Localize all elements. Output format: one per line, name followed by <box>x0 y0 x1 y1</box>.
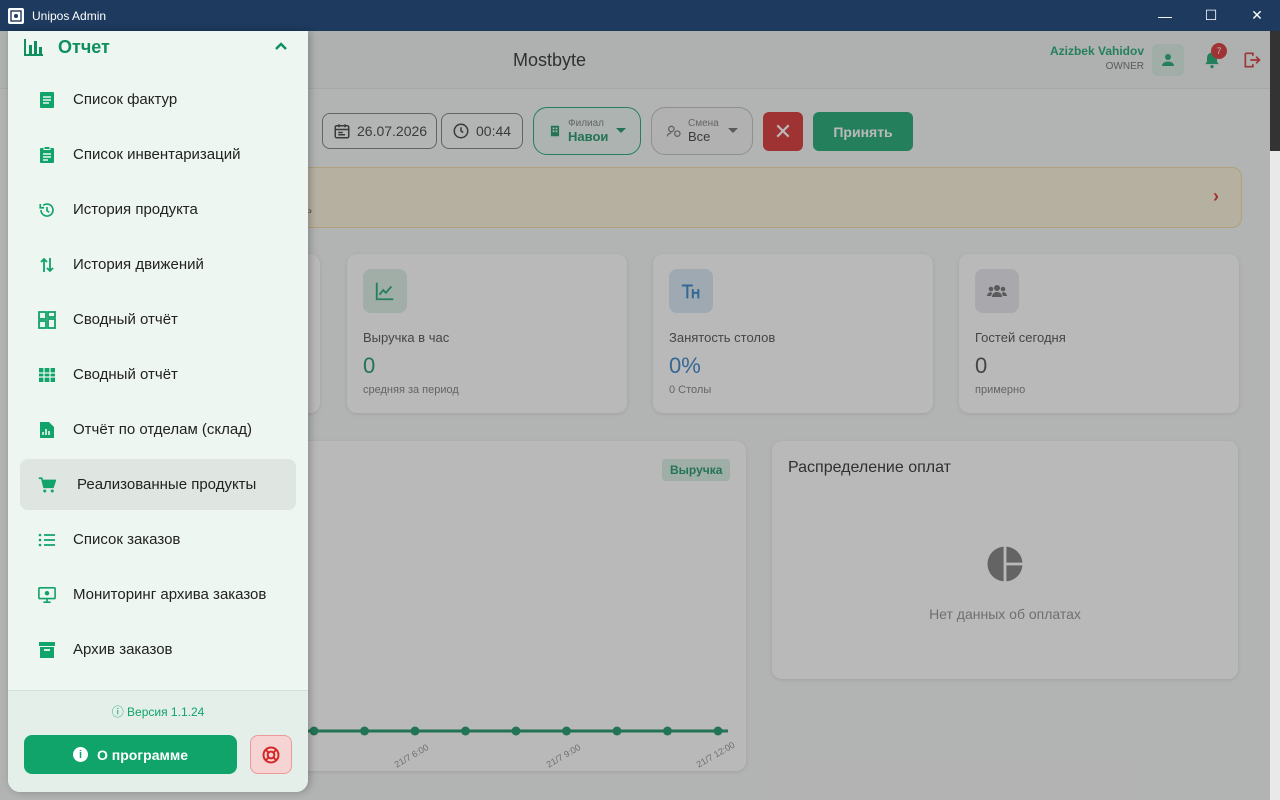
menu-item[interactable]: Сводный отчёт <box>20 294 296 345</box>
menu-item-label: Список заказов <box>73 531 181 548</box>
menu-item-label: Отчёт по отделам (склад) <box>73 421 252 438</box>
window-title: Unipos Admin <box>32 8 107 23</box>
menu-item[interactable]: Список фактур <box>20 74 296 125</box>
menu-item[interactable]: Отчёт по отделам (склад) <box>20 404 296 455</box>
swap-vertical-icon <box>38 256 56 274</box>
menu-item[interactable]: Реализованные продукты <box>20 459 296 510</box>
grid-icon <box>38 366 56 384</box>
menu-section-label: Отчет <box>58 36 110 57</box>
version-label: Версия 1.1.24 <box>127 705 205 719</box>
menu-section-header[interactable]: Отчет <box>8 31 308 63</box>
window-titlebar: Unipos Admin — ☐ ✕ <box>0 0 1280 31</box>
menu-item-label: Список инвентаризаций <box>73 146 241 163</box>
support-button[interactable] <box>250 735 292 774</box>
background-window <box>1270 31 1280 800</box>
side-menu-drawer: Отчет Список фактур Список инвентаризаций… <box>8 31 308 792</box>
menu-item[interactable]: Сводный отчёт <box>20 349 296 400</box>
menu-item-label: Реализованные продукты <box>77 476 257 493</box>
menu-item-label: Сводный отчёт <box>73 311 178 328</box>
version-text: ⓘ Версия 1.1.24 <box>111 705 205 719</box>
about-label: О программе <box>96 746 188 763</box>
menu-item[interactable]: Список заказов <box>20 514 296 565</box>
menu-item-label: Список фактур <box>73 91 178 108</box>
dashboard-icon <box>38 310 56 329</box>
chevron-up-icon <box>275 42 287 50</box>
minimize-icon[interactable]: — <box>1142 0 1188 31</box>
menu-item[interactable]: Мониторинг архива заказов <box>20 569 296 620</box>
menu-item[interactable]: История продукта <box>20 184 296 235</box>
report-icon <box>38 421 56 439</box>
monitor-icon <box>38 586 56 604</box>
menu-item-label: История движений <box>73 256 204 273</box>
lifebuoy-icon <box>262 746 280 763</box>
invoice-icon <box>38 91 56 109</box>
about-button[interactable]: i О программе <box>24 735 237 774</box>
history-icon <box>38 201 56 219</box>
menu-item-label: История продукта <box>73 201 198 218</box>
menu-item-label: Архив заказов <box>73 641 173 658</box>
maximize-icon[interactable]: ☐ <box>1188 0 1234 31</box>
list-icon <box>38 531 56 549</box>
info-icon: i <box>72 747 88 762</box>
archive-icon <box>38 641 56 659</box>
clipboard-icon <box>38 145 56 164</box>
cart-icon <box>38 476 56 494</box>
close-window-icon[interactable]: ✕ <box>1234 0 1280 31</box>
menu-item[interactable]: Архив заказов <box>20 624 296 675</box>
menu-item[interactable]: Список инвентаризаций <box>20 129 296 180</box>
menu-item-label: Мониторинг архива заказов <box>73 586 267 603</box>
bar-chart-icon <box>24 39 43 56</box>
app-logo-icon <box>8 7 24 24</box>
menu-item[interactable]: История движений <box>20 239 296 290</box>
drawer-footer: ⓘ Версия 1.1.24 i О программе <box>8 690 308 792</box>
menu-item-label: Сводный отчёт <box>73 366 178 383</box>
